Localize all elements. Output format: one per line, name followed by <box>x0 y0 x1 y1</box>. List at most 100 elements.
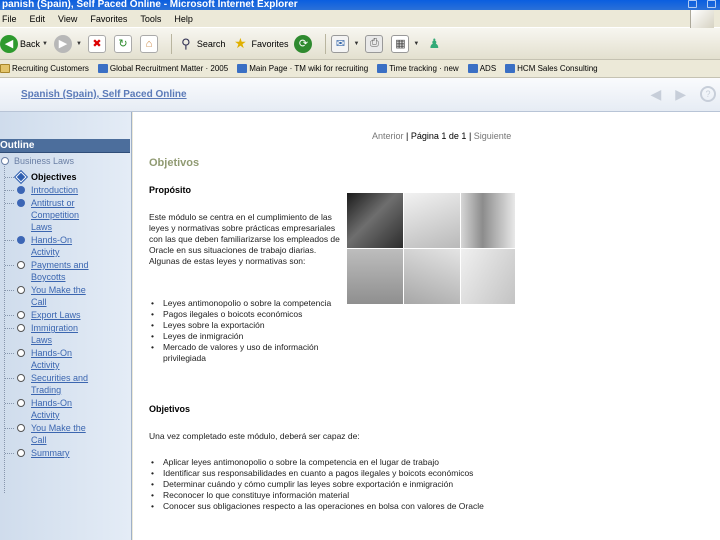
laws-list: Leyes antimonopolio o sobre la competenc… <box>149 298 339 364</box>
unvisited-page-icon <box>17 324 25 332</box>
pager-previous[interactable]: Anterior <box>372 131 404 141</box>
back-label: Back <box>20 38 41 49</box>
windows-logo-icon <box>690 10 714 28</box>
course-title[interactable]: Spanish (Spain), Self Paced Online <box>21 89 187 100</box>
favorites-button[interactable]: ★ Favorites <box>231 35 288 53</box>
list-item: Conocer sus obligaciones respecto a las … <box>149 501 549 512</box>
help-icon[interactable]: ? <box>700 86 716 102</box>
tree-connector <box>5 428 14 429</box>
visited-page-icon <box>17 236 25 244</box>
course-header: Spanish (Spain), Self Paced Online ◀ ▶ ? <box>0 78 720 112</box>
print-button[interactable]: ⎙ <box>365 34 385 53</box>
link-ads[interactable]: ADS <box>467 64 496 73</box>
tree-connector <box>5 203 14 204</box>
unvisited-page-icon <box>17 449 25 457</box>
outline-item-label: Hands-On Activity <box>31 235 73 257</box>
outline-item-label: Introduction <box>31 185 79 195</box>
outline-item-label: You Make the Call <box>31 423 86 445</box>
link-hcm-sales[interactable]: HCM Sales Consulting <box>505 64 598 73</box>
list-item: Leyes antimonopolio o sobre la competenc… <box>149 298 339 309</box>
tree-connector <box>5 315 14 316</box>
outline-item-label: Hands-On Activity <box>31 398 73 420</box>
outline-item-label: Immigration Laws <box>31 323 79 345</box>
list-item: Identificar sus responsabilidades en cua… <box>149 468 549 479</box>
mail-dropdown-icon[interactable]: ▼ <box>353 41 359 47</box>
list-item: Determinar cuándo y cómo cumplir las ley… <box>149 479 549 490</box>
pager-next[interactable]: Siguiente <box>474 131 512 141</box>
list-item: Leyes de inmigración <box>149 331 339 342</box>
tree-connector <box>5 353 14 354</box>
link-recruiting-customers[interactable]: Recruiting Customers <box>0 64 89 73</box>
unvisited-page-icon <box>17 311 25 319</box>
back-dropdown-icon[interactable]: ▼ <box>42 41 48 47</box>
tree-connector <box>5 177 14 178</box>
forward-button[interactable]: ▶ ▼ <box>53 34 82 53</box>
outline-sidebar: Outline Business Laws Objectives Introduc… <box>0 112 132 540</box>
toolbar-separator <box>170 33 172 54</box>
lesson-content: Anterior | Página 1 de 1 | Siguiente Obj… <box>133 112 720 540</box>
tree-connector <box>5 453 14 454</box>
business-collage-image <box>347 193 515 304</box>
current-page-icon <box>13 169 29 185</box>
outline-item-label: Objectives <box>31 172 77 182</box>
messenger-button[interactable]: ♟ <box>425 35 445 53</box>
unvisited-page-icon <box>17 424 25 432</box>
forward-dropdown-icon[interactable]: ▼ <box>76 41 82 47</box>
outline-item-label: Antitrust or Competition Laws <box>31 198 80 232</box>
outline-header: Outline <box>0 139 130 153</box>
window-titlebar: panish (Spain), Self Paced Online - Micr… <box>0 0 720 10</box>
edit-page-icon: ▦ <box>391 34 410 53</box>
pager-page: Página 1 de 1 <box>410 131 467 141</box>
home-button[interactable]: ⌂ <box>139 34 160 53</box>
link-global-recruitment[interactable]: Global Recruitment Matter · 2005 <box>97 64 228 73</box>
unvisited-page-icon <box>17 286 25 294</box>
favorites-label: Favorites <box>251 38 289 49</box>
stop-button[interactable]: ✖ <box>87 34 108 53</box>
minimize-icon[interactable] <box>688 0 697 8</box>
window-controls <box>688 0 716 8</box>
menu-file[interactable]: File <box>2 14 17 24</box>
menu-view[interactable]: View <box>58 14 77 24</box>
forward-arrow-icon: ▶ <box>53 34 72 53</box>
list-item: Leyes sobre la exportación <box>149 320 339 331</box>
root-node-icon <box>1 157 9 165</box>
links-bar: Recruiting Customers Global Recruitment … <box>0 60 720 78</box>
stop-icon: ✖ <box>87 34 106 53</box>
page-icon <box>97 64 108 73</box>
edit-button[interactable]: ▦ ▼ <box>391 34 419 53</box>
menu-edit[interactable]: Edit <box>30 14 46 24</box>
search-button[interactable]: ⚲ Search <box>177 35 225 53</box>
mail-button[interactable]: ✉ ▼ <box>331 34 359 53</box>
link-time-tracking[interactable]: Time tracking · new <box>377 64 459 73</box>
list-item: Pagos ilegales o boicots económicos <box>149 309 339 320</box>
folder-icon <box>0 64 10 73</box>
menu-favorites[interactable]: Favorites <box>90 14 127 24</box>
objectives-list: Aplicar leyes antimonopolio o sobre la c… <box>149 457 549 512</box>
home-icon: ⌂ <box>139 34 158 53</box>
pager: Anterior | Página 1 de 1 | Siguiente <box>372 131 512 141</box>
search-icon: ⚲ <box>181 35 191 51</box>
menu-help[interactable]: Help <box>174 14 193 24</box>
tree-connector <box>5 403 14 404</box>
back-button[interactable]: ◀ Back ▼ <box>0 34 48 53</box>
menu-tools[interactable]: Tools <box>140 14 161 24</box>
previous-arrow-icon[interactable]: ◀ <box>650 86 661 103</box>
page-icon <box>237 64 248 73</box>
link-main-page[interactable]: Main Page · TM wiki for recruiting <box>237 64 368 73</box>
next-arrow-icon[interactable]: ▶ <box>675 86 686 103</box>
maximize-icon[interactable] <box>707 0 716 8</box>
page-icon <box>505 64 516 73</box>
window-title: panish (Spain), Self Paced Online - Micr… <box>2 0 298 10</box>
section-title: Objetivos <box>149 157 200 169</box>
edit-dropdown-icon[interactable]: ▼ <box>413 41 419 47</box>
course-nav: ◀ ▶ ? <box>650 86 716 103</box>
page-icon <box>467 64 478 73</box>
mail-icon: ✉ <box>331 34 350 53</box>
outline-item-label: Summary <box>31 448 70 458</box>
refresh-button[interactable]: ↻ <box>113 34 134 53</box>
print-icon: ⎙ <box>365 34 384 53</box>
unvisited-page-icon <box>17 261 25 269</box>
history-button[interactable]: ⟳ <box>294 34 314 53</box>
unvisited-page-icon <box>17 374 25 382</box>
tree-connector <box>5 190 14 191</box>
